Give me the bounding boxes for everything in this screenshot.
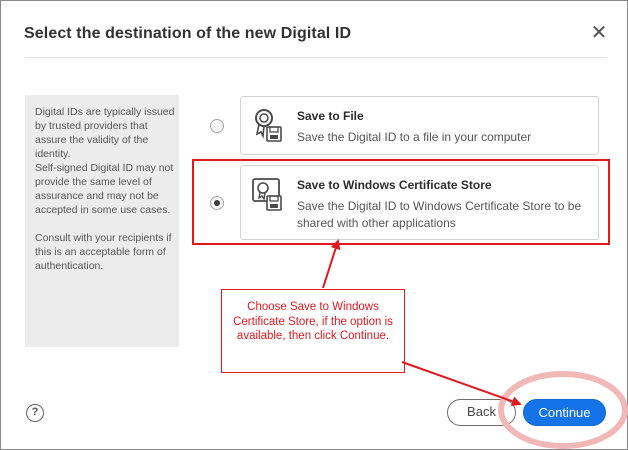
info-text: Digital IDs are typically issued by trus… xyxy=(35,106,175,272)
annotation-callout: Choose Save to Windows Certificate Store… xyxy=(221,289,405,373)
help-icon[interactable]: ? xyxy=(26,404,44,422)
certificate-icon xyxy=(255,109,282,142)
dialog-title: Select the destination of the new Digita… xyxy=(24,25,352,42)
radio-save-to-file[interactable] xyxy=(210,119,224,133)
option-title: Save to File xyxy=(297,109,364,123)
option-save-to-file[interactable]: Save to File Save the Digital ID to a fi… xyxy=(240,96,599,155)
close-icon[interactable]: ✕ xyxy=(589,23,609,43)
info-panel: Digital IDs are typically issued by trus… xyxy=(25,95,179,347)
dialog-window: Select the destination of the new Digita… xyxy=(0,0,628,450)
continue-button[interactable]: Continue xyxy=(523,399,606,426)
option-description: Save the Digital ID to a file in your co… xyxy=(297,130,532,144)
annotation-highlight-box xyxy=(192,159,610,245)
title-divider xyxy=(25,57,607,58)
back-button[interactable]: Back xyxy=(447,399,516,426)
